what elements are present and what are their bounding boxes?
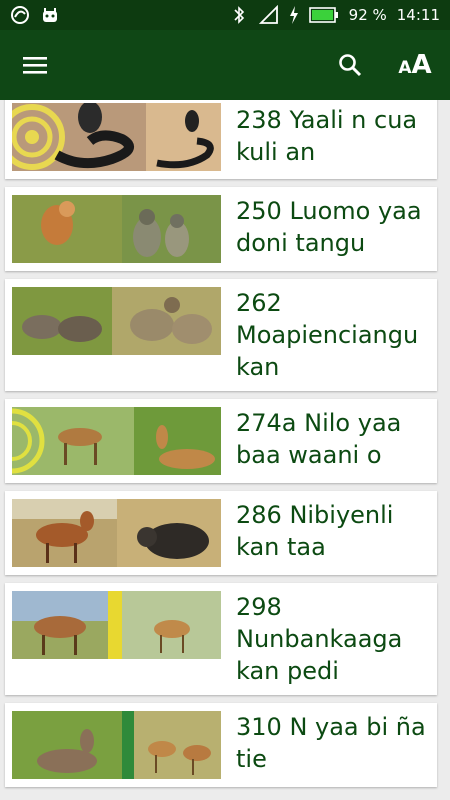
menu-button[interactable] bbox=[0, 30, 70, 100]
search-button[interactable] bbox=[320, 30, 380, 100]
list-item[interactable]: 298 Nunbankaaga kan pedi bbox=[5, 583, 437, 695]
list-item[interactable]: 250 Luomo yaa doni tangu bbox=[5, 187, 437, 271]
clock: 14:11 bbox=[396, 6, 440, 24]
font-size-icon: AA bbox=[398, 50, 432, 80]
list-item[interactable]: 238 Yaali n cua kuli an bbox=[5, 100, 437, 179]
battery-percent: 92 % bbox=[348, 6, 387, 24]
app-bar: AA bbox=[0, 30, 450, 100]
list-item[interactable]: 310 N yaa bi ña tie bbox=[5, 703, 437, 787]
hamburger-menu-icon bbox=[23, 57, 47, 74]
font-size-large-a: A bbox=[411, 50, 432, 80]
list-item[interactable]: 286 Nibiyenli kan taa bbox=[5, 491, 437, 575]
bluetooth-icon bbox=[229, 5, 249, 25]
waterbuck-thumbnail bbox=[12, 711, 221, 779]
android-notification-icon bbox=[40, 5, 60, 25]
monkey-thumbnail bbox=[12, 195, 221, 263]
battery-icon bbox=[308, 5, 339, 25]
list-item[interactable]: 262 Moapienciangu kan bbox=[5, 279, 437, 391]
item-title: 238 Yaali n cua kuli an bbox=[236, 106, 418, 166]
item-title: 250 Luomo yaa doni tangu bbox=[236, 197, 422, 257]
lesson-list: 238 Yaali n cua kuli an 250 Luomo yaa do… bbox=[0, 100, 450, 800]
signal-icon bbox=[258, 5, 279, 25]
snake-thumbnail bbox=[12, 103, 221, 171]
app-notification-icon bbox=[10, 5, 30, 25]
item-title: 298 Nunbankaaga kan pedi bbox=[236, 593, 403, 685]
charging-icon bbox=[289, 5, 299, 25]
antelope-thumbnail bbox=[12, 407, 221, 475]
list-item[interactable]: 274a Nilo yaa baa waani o bbox=[5, 399, 437, 483]
item-title: 310 N yaa bi ña tie bbox=[236, 713, 426, 773]
search-icon bbox=[339, 54, 362, 77]
warthog-baboon-thumbnail bbox=[12, 287, 221, 355]
roan-kob-thumbnail bbox=[12, 591, 221, 659]
font-size-button[interactable]: AA bbox=[380, 30, 450, 100]
status-bar: 92 % 14:11 bbox=[0, 0, 450, 30]
hartebeest-buffalo-thumbnail bbox=[12, 499, 221, 567]
item-title: 274a Nilo yaa baa waani o bbox=[236, 409, 402, 469]
item-title: 286 Nibiyenli kan taa bbox=[236, 501, 394, 561]
font-size-small-a: A bbox=[398, 58, 412, 78]
item-title: 262 Moapienciangu kan bbox=[236, 289, 419, 381]
